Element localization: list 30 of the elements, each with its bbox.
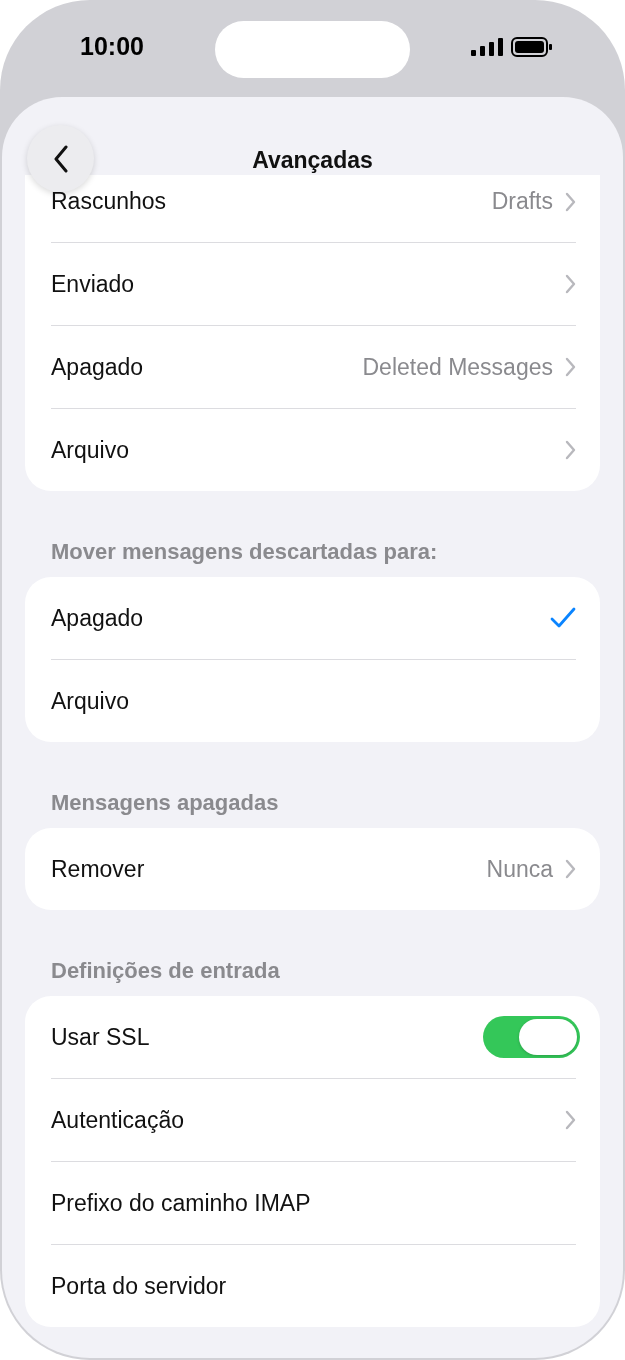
section-header: Definições de entrada [50, 957, 281, 985]
row-label: Usar SSL [51, 1023, 151, 1051]
chevron-icon [565, 440, 576, 460]
row-label: Rascunhos [51, 188, 168, 215]
row-label: Remover [51, 855, 146, 883]
chevron-icon [565, 1110, 576, 1130]
row-label: Apagado [51, 353, 145, 381]
toggle-switch[interactable] [483, 1016, 580, 1058]
row-value: Drafts [491, 188, 553, 215]
chevron-icon [565, 859, 576, 879]
chevron-icon [565, 357, 576, 377]
row-label: Porta do servidor [51, 1272, 228, 1300]
chevron-icon [565, 274, 576, 294]
row-label: Autenticação [51, 1106, 185, 1134]
chevron-icon [565, 191, 576, 212]
row-value: Deleted Messages [362, 353, 553, 381]
row-label: Arquivo [51, 687, 130, 715]
row-label: Apagado [51, 604, 145, 632]
status-time: 10:00 [80, 32, 144, 61]
back-icon [52, 144, 69, 173]
row-value: Nunca [486, 855, 553, 883]
battery-icon [511, 36, 553, 57]
row-label: Enviado [51, 270, 136, 298]
section-header: Mensagens apagadas [50, 789, 280, 817]
row-label: Prefixo do caminho IMAP [51, 1189, 312, 1217]
page-title: Avançadas [252, 146, 373, 174]
section-header: Mover mensagens descartadas para: [50, 538, 439, 566]
back-button[interactable] [27, 125, 94, 192]
signal-icon [471, 37, 503, 56]
row-label: Arquivo [51, 436, 130, 464]
